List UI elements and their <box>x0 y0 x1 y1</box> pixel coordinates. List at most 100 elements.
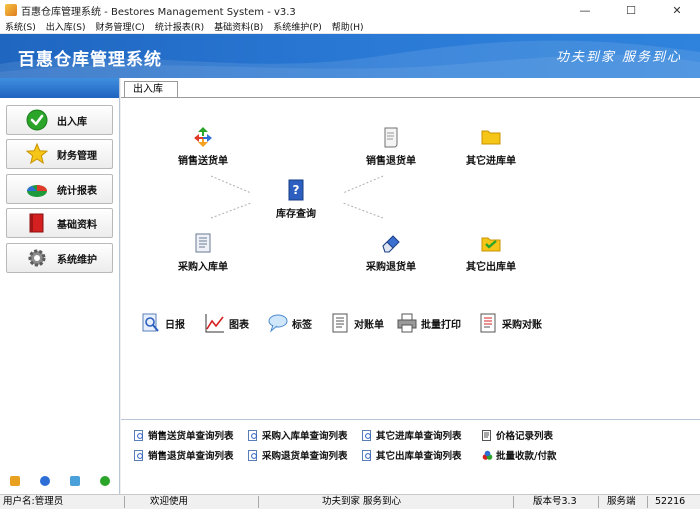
book-icon <box>25 212 49 234</box>
sales-return-button[interactable]: 销售退货单 <box>366 125 416 167</box>
sales-delivery-button[interactable]: 销售送货单 <box>178 125 228 167</box>
sidebar-item-label: 系统维护 <box>57 254 97 266</box>
app-icon <box>5 4 17 16</box>
window-title: 百惠仓库管理系统 - Bestores Management System - … <box>21 6 296 18</box>
quick-links-panel: 销售送货单查询列表 采购入库单查询列表 其它进库单查询列表 价格记录列表 销售退… <box>121 419 700 494</box>
ledger-icon <box>477 312 499 334</box>
link-label: 其它出库单查询列表 <box>376 451 462 462</box>
sidebar-item-stock-io[interactable]: 出入库 <box>6 105 113 135</box>
magnifier-doc-icon <box>140 312 162 334</box>
status-separator <box>124 496 125 508</box>
batch-print-label: 批量打印 <box>421 319 461 331</box>
help-book-icon: ? <box>283 178 309 202</box>
sidebar-item-reports[interactable]: 统计报表 <box>6 174 113 204</box>
info-icon[interactable] <box>40 476 50 486</box>
other-in-button[interactable]: 其它进库单 <box>466 125 516 167</box>
other-out-button[interactable]: 其它出库单 <box>466 231 516 273</box>
eraser-icon <box>378 231 404 255</box>
star-icon <box>25 143 49 165</box>
refresh-icon[interactable] <box>100 476 110 486</box>
sidebar-item-finance[interactable]: 财务管理 <box>6 139 113 169</box>
maximize-button[interactable]: ☐ <box>608 0 654 20</box>
chart-button[interactable]: 图表 <box>204 312 249 334</box>
sidebar: 出入库 财务管理 统计报表 基础资料 系统维护 <box>0 78 120 494</box>
link-other-in-list[interactable]: 其它进库单查询列表 <box>362 428 462 442</box>
statement-label: 对账单 <box>354 319 384 331</box>
sidebar-item-maintenance[interactable]: 系统维护 <box>6 243 113 273</box>
other-in-label: 其它进库单 <box>466 156 516 167</box>
document-icon <box>329 312 351 334</box>
menu-bar: 系统(S) 出入库(S) 财务管理(C) 统计报表(R) 基础资料(B) 系统维… <box>0 20 700 34</box>
menu-finance[interactable]: 财务管理(C) <box>91 20 150 33</box>
link-other-out-list[interactable]: 其它出库单查询列表 <box>362 448 462 462</box>
label-button[interactable]: 标签 <box>267 312 312 334</box>
status-separator <box>513 496 514 508</box>
folder-check-icon <box>478 231 504 255</box>
menu-maintenance[interactable]: 系统维护(P) <box>268 20 326 33</box>
menu-system[interactable]: 系统(S) <box>0 20 41 33</box>
sales-delivery-label: 销售送货单 <box>178 156 228 167</box>
window-controls: — ☐ ✕ <box>562 0 700 20</box>
price-tag-icon <box>482 429 493 441</box>
search-list-icon <box>134 429 145 441</box>
purchase-reconcile-button[interactable]: 采购对账 <box>477 312 542 334</box>
status-version: 版本号3.3 <box>533 496 577 507</box>
sidebar-item-label: 统计报表 <box>57 185 97 197</box>
recycle-arrows-icon <box>190 125 216 149</box>
inventory-query-button[interactable]: ? 库存查询 <box>276 178 316 220</box>
status-edition: 服务端 <box>607 496 636 507</box>
sidebar-item-label: 基础资料 <box>57 219 97 231</box>
link-label: 销售退货单查询列表 <box>148 451 234 462</box>
status-separator <box>647 496 648 508</box>
folder-icon <box>478 125 504 149</box>
sidebar-item-basic-data[interactable]: 基础资料 <box>6 208 113 238</box>
pie-chart-icon <box>25 178 49 200</box>
link-sales-return-list[interactable]: 销售退货单查询列表 <box>134 448 234 462</box>
search-list-icon <box>134 449 145 461</box>
status-slogan: 功夫到家 服务到心 <box>322 496 402 507</box>
banner-slogan: 功夫到家 服务到心 <box>555 50 682 65</box>
link-sales-delivery-list[interactable]: 销售送货单查询列表 <box>134 428 234 442</box>
sidebar-tray <box>0 476 120 486</box>
label-label: 标签 <box>292 319 312 331</box>
close-button[interactable]: ✕ <box>654 0 700 20</box>
link-price-records[interactable]: 价格记录列表 <box>482 428 553 442</box>
svg-text:?: ? <box>293 183 300 197</box>
document-list-icon <box>190 231 216 255</box>
search-icon[interactable] <box>70 476 80 486</box>
menu-help[interactable]: 帮助(H) <box>327 20 369 33</box>
link-label: 采购入库单查询列表 <box>262 431 348 442</box>
batch-print-button[interactable]: 批量打印 <box>396 312 461 334</box>
link-label: 价格记录列表 <box>496 431 554 442</box>
purchase-in-label: 采购入库单 <box>178 262 228 273</box>
sales-return-label: 销售退货单 <box>366 156 416 167</box>
status-bar: 用户名:管理员 欢迎使用 功夫到家 服务到心 版本号3.3 服务端 52216 <box>0 494 700 509</box>
statement-button[interactable]: 对账单 <box>329 312 384 334</box>
title-bar: 百惠仓库管理系统 - Bestores Management System - … <box>0 0 700 20</box>
link-purchase-return-list[interactable]: 采购退货单查询列表 <box>248 448 348 462</box>
link-label: 其它进库单查询列表 <box>376 431 462 442</box>
purchase-reconcile-label: 采购对账 <box>502 319 542 331</box>
daily-report-label: 日报 <box>165 319 185 331</box>
minimize-button[interactable]: — <box>562 0 608 20</box>
daily-report-button[interactable]: 日报 <box>140 312 185 334</box>
link-purchase-in-list[interactable]: 采购入库单查询列表 <box>248 428 348 442</box>
gear-icon <box>25 247 49 269</box>
link-batch-payment[interactable]: 批量收款/付款 <box>482 448 556 462</box>
edit-icon[interactable] <box>10 476 20 486</box>
chart-label: 图表 <box>229 319 249 331</box>
link-label: 采购退货单查询列表 <box>262 451 348 462</box>
search-list-icon <box>362 429 373 441</box>
speech-bubble-icon <box>267 312 289 334</box>
line-chart-icon <box>204 312 226 334</box>
status-port: 52216 <box>655 496 686 507</box>
purchase-return-label: 采购退货单 <box>366 262 416 273</box>
search-list-icon <box>362 449 373 461</box>
menu-reports[interactable]: 统计报表(R) <box>150 20 209 33</box>
menu-stock-io[interactable]: 出入库(S) <box>41 20 91 33</box>
purchase-return-button[interactable]: 采购退货单 <box>366 231 416 273</box>
link-label: 销售送货单查询列表 <box>148 431 234 442</box>
sidebar-item-label: 出入库 <box>57 116 87 128</box>
menu-basic-data[interactable]: 基础资料(B) <box>209 20 268 33</box>
purchase-in-button[interactable]: 采购入库单 <box>178 231 228 273</box>
